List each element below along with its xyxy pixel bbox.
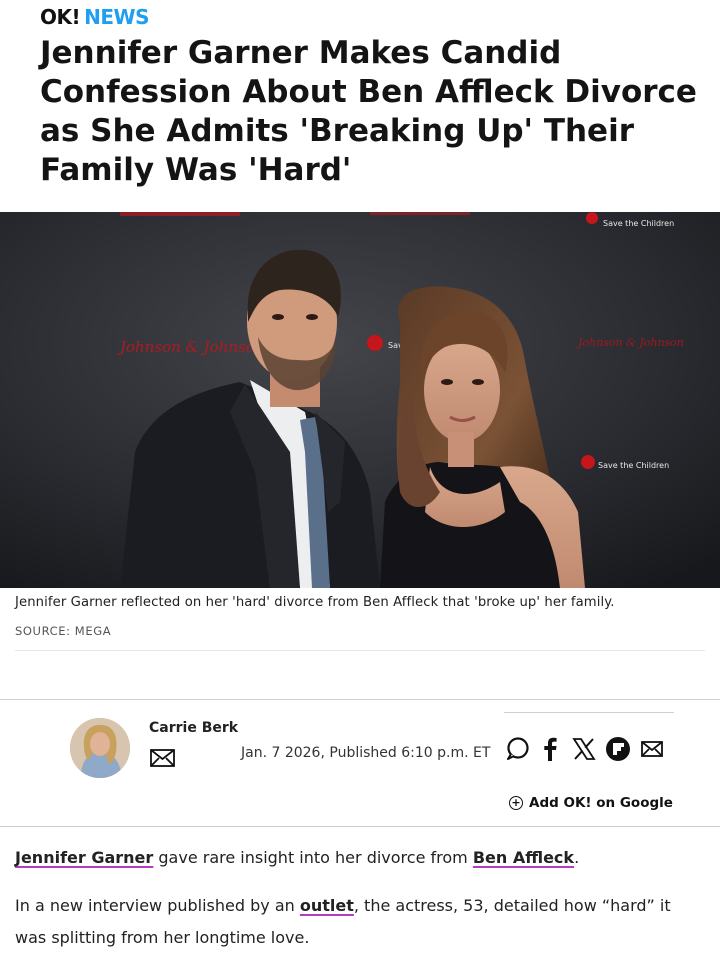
image-source: SOURCE: MEGA [15, 624, 112, 638]
publish-date: Jan. 7 2026, Published 6:10 p.m. ET [241, 745, 491, 761]
plus-circle-icon: + [509, 796, 523, 810]
paragraph-text: . [574, 848, 580, 867]
backdrop-save-children-right: Save the Children [598, 461, 669, 470]
article-paragraph: In a new interview published by an outle… [15, 890, 705, 954]
add-ok-on-google-label: Add OK! on Google [529, 795, 673, 811]
site-logo[interactable]: OK! NEWS [40, 5, 149, 29]
save-children-emblem [367, 335, 383, 351]
hero-photo: Johnson & Johnson Johnson & Johnson Save… [0, 212, 720, 588]
author-avatar[interactable] [70, 718, 130, 778]
backdrop-logo-jj: Johnson & Johnson [117, 338, 264, 356]
paragraph-text: In a new interview published by an [15, 896, 300, 915]
logo-news: NEWS [84, 5, 149, 29]
save-children-emblem-right [581, 455, 595, 469]
image-caption: Jennifer Garner reflected on her 'hard' … [15, 595, 615, 610]
x-icon[interactable] [571, 736, 597, 762]
mail-icon[interactable] [640, 736, 664, 762]
backdrop-save-children-top: Save the Children [603, 219, 674, 228]
divider [504, 712, 674, 713]
divider [15, 650, 705, 651]
author-name[interactable]: Carrie Berk [149, 720, 238, 736]
flipboard-icon[interactable] [605, 736, 631, 762]
paragraph-text: gave rare insight into her divorce from [153, 848, 473, 867]
add-ok-on-google-button[interactable]: + Add OK! on Google [509, 795, 673, 811]
author-mail-icon[interactable] [149, 747, 177, 769]
link-jennifer-garner[interactable]: Jennifer Garner [15, 848, 153, 867]
link-outlet[interactable]: outlet [300, 896, 354, 915]
facebook-icon[interactable] [540, 736, 560, 762]
save-children-emblem-top [586, 212, 598, 224]
article-headline: Jennifer Garner Makes Candid Confession … [40, 35, 697, 188]
divider [0, 826, 720, 827]
divider [0, 699, 720, 700]
comment-icon[interactable] [504, 736, 530, 762]
article-paragraph: Jennifer Garner gave rare insight into h… [15, 842, 705, 874]
logo-ok: OK! [40, 5, 81, 29]
link-ben-affleck[interactable]: Ben Affleck [473, 848, 574, 867]
backdrop-logo-jj-2: Johnson & Johnson [576, 336, 684, 349]
